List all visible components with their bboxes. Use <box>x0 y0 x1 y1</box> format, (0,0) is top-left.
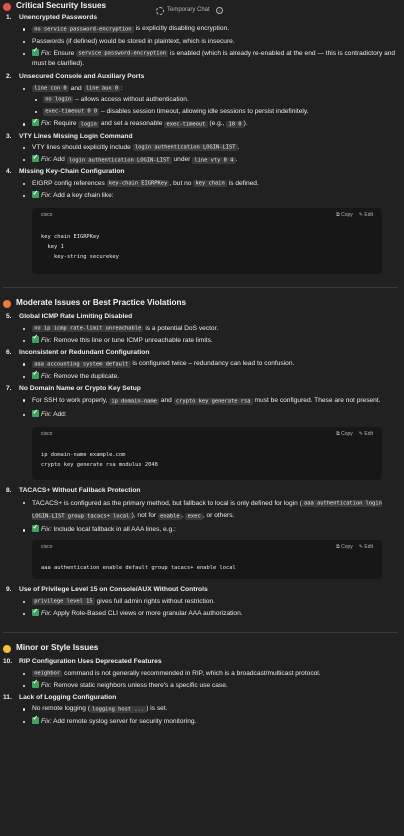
bullet: aaa accounting system default is configu… <box>19 359 398 369</box>
section-heading: Moderate Issues or Best Practice Violati… <box>3 297 398 310</box>
bullet: line con 0 and line aux 0: no login – al… <box>19 84 398 118</box>
check-icon <box>32 333 39 343</box>
bullet: neighbor command is not generally recomm… <box>19 669 398 679</box>
section-divider <box>3 287 398 289</box>
issue-item: 3. VTY Lines Missing Login Command VTY l… <box>3 132 398 166</box>
section-minor: Minor or Style Issues 10. RIP Configurat… <box>3 642 398 727</box>
fix-bullet: Fix: Add remote syslog server for securi… <box>19 714 398 727</box>
bullet: privilege level 15 gives full admin righ… <box>19 597 398 607</box>
check-icon <box>32 46 39 56</box>
issue-title: VTY Lines Missing Login Command <box>19 132 133 140</box>
bullet: For SSH to work properly, ip domain-name… <box>19 395 398 408</box>
issue-title: Global ICMP Rate Limiting Disabled <box>19 313 133 321</box>
issue-title: Use of Privilege Level 15 on Console/AUX… <box>19 586 208 594</box>
fix-bullet: Fix: Add login authentication LOGIN-LIST… <box>19 153 398 165</box>
edit-button[interactable]: ✎ Edit <box>359 212 373 223</box>
check-icon <box>32 117 39 127</box>
fix-bullet: Fix: Apply Role-Based CLI views or more … <box>19 607 398 619</box>
section-heading: Minor or Style Issues <box>3 642 398 655</box>
code-block: cisco ⧉ Copy ✎ Edit key chain EIGRPKey k… <box>32 208 382 275</box>
issue-item: 6. Inconsistent or Redundant Configurati… <box>3 348 398 382</box>
assistant-message: Critical Security Issues 1. Unencrypted … <box>3 0 398 729</box>
issue-title: Lack of Logging Configuration <box>19 694 117 702</box>
fix-bullet: Fix: Include local fallback in all AAA l… <box>19 523 398 535</box>
issue-title: Unencrypted Passwords <box>19 14 98 21</box>
edit-button[interactable]: ✎ Edit <box>359 544 373 555</box>
code-content: ip domain-name example.com crypto key ge… <box>41 452 158 469</box>
issue-item: 1. Unencrypted Passwords no service pass… <box>3 13 398 69</box>
yellow-circle-icon <box>3 644 11 653</box>
bullet: No remote logging (logging host ...) is … <box>19 704 398 714</box>
issue-item: 8. TACACS+ Without Fallback Protection T… <box>3 486 398 580</box>
issue-title: Inconsistent or Redundant Configuration <box>19 348 150 356</box>
check-icon <box>32 369 39 379</box>
code-content: key chain EIGRPKey key 1 key-string secu… <box>41 234 119 261</box>
red-circle-icon <box>3 2 11 11</box>
copy-button[interactable]: ⧉ Copy <box>336 212 353 223</box>
issue-item: 10. RIP Configuration Uses Deprecated Fe… <box>3 657 398 691</box>
issue-item: 11. Lack of Logging Configuration No rem… <box>3 693 398 727</box>
issue-title: Unsecured Console and Auxiliary Ports <box>19 73 145 81</box>
code-language: cisco <box>41 544 53 551</box>
check-icon <box>32 523 39 533</box>
issue-item: 9. Use of Privilege Level 15 on Console/… <box>3 585 398 619</box>
check-icon <box>32 189 39 198</box>
code-block: cisco ⧉ Copy ✎ Edit aaa authentication e… <box>32 540 382 580</box>
bullet: Passwords (if defined) would be stored i… <box>19 37 398 47</box>
check-icon <box>32 153 39 163</box>
code-block: cisco ⧉ Copy ✎ Edit ip domain-name examp… <box>32 427 382 481</box>
bullet: TACACS+ is configured as the primary met… <box>19 498 398 524</box>
bullet: no ip icmp rate-limit unreachable is a p… <box>19 324 398 334</box>
check-icon <box>32 607 39 617</box>
edit-button[interactable]: ✎ Edit <box>359 431 373 442</box>
issue-title: TACACS+ Without Fallback Protection <box>19 487 141 495</box>
copy-button[interactable]: ⧉ Copy <box>336 544 353 555</box>
issue-item: 7. No Domain Name or Crypto Key Setup Fo… <box>3 384 398 481</box>
issue-item: 5. Global ICMP Rate Limiting Disabled no… <box>3 312 398 346</box>
check-icon <box>32 678 39 688</box>
issue-title: Missing Key-Chain Configuration <box>19 168 125 176</box>
sub-bullet: exec-timeout 0 0 – disables session time… <box>32 107 398 117</box>
check-icon <box>32 714 39 724</box>
bullet: EIGRP config references key-chain EIGRPK… <box>19 179 398 189</box>
copy-button[interactable]: ⧉ Copy <box>336 431 353 442</box>
fix-bullet: Fix: Remove this line or tune ICMP unrea… <box>19 333 398 346</box>
sub-bullet: no login – allows access without authent… <box>32 95 398 105</box>
issue-item: 2. Unsecured Console and Auxiliary Ports… <box>3 72 398 129</box>
orange-circle-icon <box>3 299 11 308</box>
check-icon <box>32 408 39 417</box>
fix-bullet: Fix: Remove static neighbors unless ther… <box>19 678 398 691</box>
section-heading: Critical Security Issues <box>3 0 398 13</box>
section-divider <box>3 632 398 634</box>
issue-title: RIP Configuration Uses Deprecated Featur… <box>19 658 162 666</box>
fix-bullet: Fix: Add: <box>19 408 398 420</box>
code-language: cisco <box>41 212 53 219</box>
fix-bullet: Fix: Require login and set a reasonable … <box>19 117 398 129</box>
fix-bullet: Fix: Add a key chain like: <box>19 189 398 201</box>
issue-item: 4. Missing Key-Chain Configuration EIGRP… <box>3 167 398 275</box>
section-critical: Critical Security Issues 1. Unencrypted … <box>3 0 398 275</box>
bullet: no service password-encryption is explic… <box>19 24 398 34</box>
code-language: cisco <box>41 431 53 438</box>
fix-bullet: Fix: Ensure service password-encryption … <box>19 46 398 69</box>
code-content: aaa authentication enable default group … <box>41 565 236 572</box>
section-moderate: Moderate Issues or Best Practice Violati… <box>3 297 398 619</box>
fix-bullet: Fix: Remove the duplicate. <box>19 369 398 382</box>
bullet: VTY lines should explicitly include logi… <box>19 143 398 153</box>
issue-title: No Domain Name or Crypto Key Setup <box>19 384 141 392</box>
